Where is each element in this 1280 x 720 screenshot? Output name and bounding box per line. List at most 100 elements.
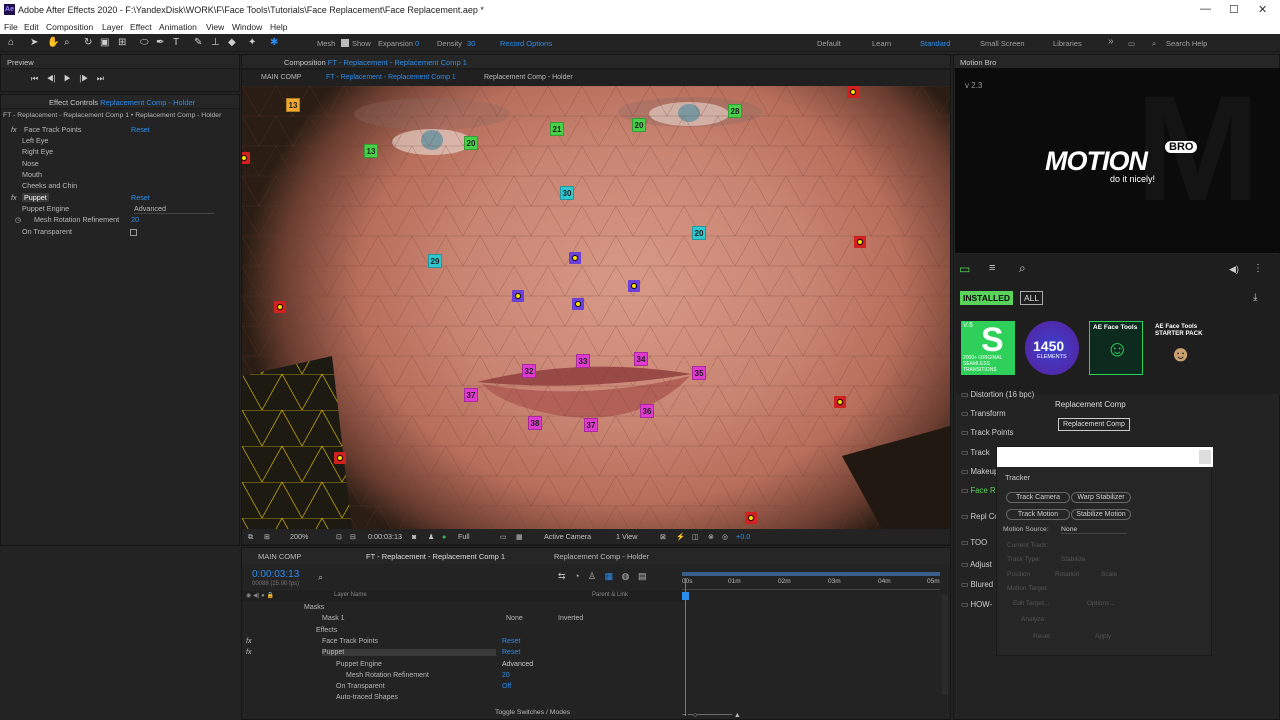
puppet-pin-icon[interactable] (745, 512, 757, 524)
track-camera-button[interactable]: Track Camera (1006, 492, 1070, 503)
tracker-drag-bar[interactable] (997, 447, 1213, 467)
sync-icon[interactable]: ▭ (1128, 39, 1135, 48)
always-preview-icon[interactable]: ⧉ (248, 532, 253, 542)
timeline-row[interactable]: Puppet Engine Advanced (242, 661, 685, 672)
composition-viewer[interactable]: 13 13 20 21 20 28 30 20 29 32 33 34 35 37 38 37 36 (242, 86, 950, 529)
menu-help[interactable]: Help (270, 22, 287, 32)
prev-frame-icon[interactable]: ◀| (46, 74, 55, 83)
more-workspaces-icon[interactable]: » (1108, 36, 1114, 47)
timeline-row[interactable]: fx Puppet Reset (242, 649, 685, 660)
camera-dropdown[interactable]: Active Camera (544, 532, 591, 541)
expansion-value[interactable]: 0 (415, 39, 419, 48)
views-dropdown[interactable]: 1 View (616, 532, 637, 541)
timeline-row[interactable]: Effects (242, 627, 685, 638)
volume-icon[interactable]: ◀) (1229, 264, 1239, 275)
timeline-row[interactable]: Auto-traced Shapes (242, 694, 685, 705)
effect-left-eye[interactable]: Left Eye (1, 136, 241, 147)
motion-bro-category[interactable]: ▭ Distortion (16 bpc) (961, 390, 1051, 399)
workspace-libraries[interactable]: Libraries (1053, 39, 1082, 48)
workspace-standard[interactable]: Standard (920, 39, 950, 48)
selection-tool-icon[interactable]: ➤ (30, 37, 38, 48)
brush-tool-icon[interactable]: ✎ (194, 37, 202, 48)
pack-seamless-transitions[interactable]: V.6 S 2000+ ORIGINAL SEAMLESS TRANSITION… (961, 321, 1015, 375)
tab-replacement-holder[interactable]: Replacement Comp - Holder (554, 552, 649, 561)
hand-tool-icon[interactable]: ✋ (47, 37, 59, 48)
workspace-default[interactable]: Default (817, 39, 841, 48)
record-options-link[interactable]: Record Options (500, 39, 552, 48)
menu-effect[interactable]: Effect (130, 22, 152, 32)
track-motion-button[interactable]: Track Motion (1006, 509, 1070, 520)
last-frame-icon[interactable]: ⏭ (97, 74, 104, 83)
safe-areas-icon[interactable]: ⊡ (336, 532, 342, 541)
puppet-pin-icon[interactable] (242, 152, 250, 164)
all-filter[interactable]: ALL (1020, 291, 1044, 305)
zoom-tool-icon[interactable]: ⌕ (64, 37, 70, 48)
fast-previews-icon[interactable]: ⚡ (676, 532, 685, 541)
pan-behind-tool-icon[interactable]: ⊞ (118, 37, 126, 48)
puppet-pin-icon[interactable] (334, 452, 346, 464)
ellipse-tool-icon[interactable]: ⬭ (140, 37, 149, 48)
density-value[interactable]: 30 (467, 39, 475, 48)
timeline-row-value[interactable]: Off (502, 683, 511, 690)
reset-link[interactable]: Reset (131, 193, 150, 202)
stabilize-motion-button[interactable]: Stabilize Motion (1071, 509, 1131, 520)
menu-edit[interactable]: Edit (24, 22, 39, 32)
timeline-row-value[interactable]: Reset (502, 638, 520, 645)
next-frame-icon[interactable]: |▶ (79, 74, 88, 83)
resolution-dropdown[interactable]: Full (458, 532, 502, 541)
clone-stamp-tool-icon[interactable]: ⊥ (211, 37, 220, 48)
face-track-marker[interactable]: 28 (728, 104, 742, 118)
face-track-marker[interactable]: 13 (364, 144, 378, 158)
pack-1450-elements[interactable]: 1450 ELEMENTS (1025, 321, 1079, 375)
region-of-interest-icon[interactable]: ▭ (500, 532, 507, 541)
timeline-search-icon[interactable]: ⌕ (318, 572, 323, 583)
tracker-close-icon[interactable] (1199, 450, 1211, 464)
puppet-pin-tool-icon[interactable]: ✱ (270, 37, 278, 48)
eraser-tool-icon[interactable]: ◆ (228, 37, 236, 48)
mesh-rotation-value[interactable]: 20 (131, 215, 139, 224)
layer-name-column[interactable]: Layer Name (334, 592, 367, 598)
face-track-marker[interactable]: 20 (464, 136, 478, 150)
installed-filter[interactable]: INSTALLED (960, 291, 1014, 305)
menu-file[interactable]: File (4, 22, 18, 32)
work-area-bar[interactable] (682, 572, 940, 576)
settings-sliders-icon[interactable]: ≡ (989, 262, 995, 274)
face-track-marker[interactable]: 37 (584, 418, 598, 432)
workspace-small-screen[interactable]: Small Screen (980, 39, 1025, 48)
tab-main-comp[interactable]: MAIN COMP (258, 552, 301, 561)
parent-link-column[interactable]: Parent & Link (592, 592, 628, 598)
motion-bro-category[interactable]: ▭ Transform (961, 409, 1051, 418)
menu-composition[interactable]: Composition (46, 22, 93, 32)
timeline-row-value[interactable]: Advanced (502, 661, 533, 668)
warp-stabilizer-button[interactable]: Warp Stabilizer (1071, 492, 1131, 503)
toggle-pixel-aspect-icon[interactable]: ⊠ (660, 532, 666, 541)
crumb-main-comp[interactable]: MAIN COMP (261, 74, 301, 81)
puppet-pin-icon[interactable] (274, 301, 286, 313)
on-transparent-checkbox[interactable] (130, 229, 137, 236)
timeline-scrollbar[interactable] (942, 595, 948, 695)
first-frame-icon[interactable]: ⏮ (31, 74, 38, 83)
face-track-marker[interactable]: 35 (692, 366, 706, 380)
timeline-row-value[interactable]: Reset (502, 649, 520, 656)
folder-icon[interactable]: ▭ (959, 262, 970, 276)
crumb-replacement-holder[interactable]: Replacement Comp - Holder (484, 74, 573, 81)
timeline-current-time[interactable]: 0:00:03:13 (252, 569, 299, 580)
puppet-pin-icon[interactable] (572, 298, 584, 310)
timeline-icon[interactable]: ◫ (692, 532, 699, 541)
playhead-handle[interactable] (682, 592, 689, 600)
show-mesh-checkbox[interactable] (341, 39, 349, 47)
timeline-row[interactable]: Masks (242, 604, 685, 615)
face-track-marker[interactable]: 36 (640, 404, 654, 418)
face-track-marker[interactable]: 33 (576, 354, 590, 368)
effect-right-eye[interactable]: Right Eye (1, 147, 241, 158)
replacement-comp-button[interactable]: Replacement Comp (1058, 418, 1130, 431)
workspace-learn[interactable]: Learn (872, 39, 891, 48)
puppet-pin-icon[interactable] (834, 396, 846, 408)
effect-face-track-points[interactable]: fx Face Track Points Reset (1, 125, 241, 136)
mask-inverted-label[interactable]: Inverted (558, 615, 583, 622)
timeline-row[interactable]: On Transparent Off (242, 683, 685, 694)
stopwatch-icon[interactable]: ◷ (15, 215, 21, 224)
timeline-row[interactable]: Mask 1 None Inverted (242, 615, 685, 626)
graph-editor-icon[interactable]: ▤ (638, 571, 647, 581)
camera-tool-icon[interactable]: ▣ (100, 37, 109, 48)
